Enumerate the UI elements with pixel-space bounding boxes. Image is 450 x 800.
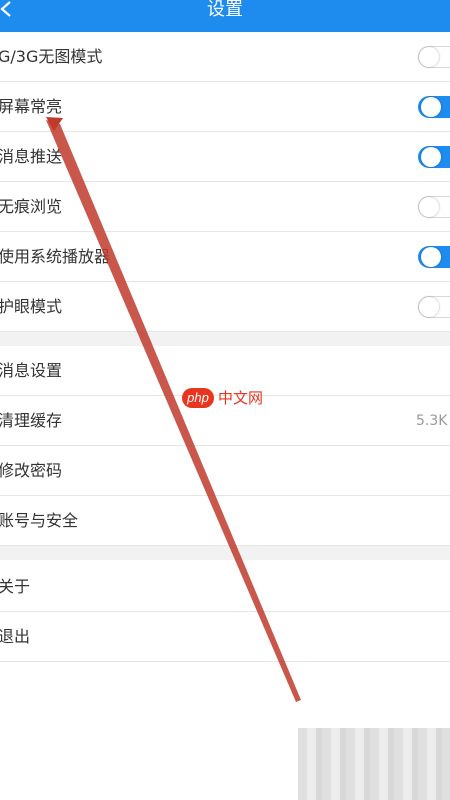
toggle-knob xyxy=(421,247,441,267)
toggle-knob xyxy=(421,147,441,167)
list-item-logout[interactable]: 退出 xyxy=(0,612,450,662)
watermark-text: 中文网 xyxy=(218,389,264,407)
about-list: 关于 退出 xyxy=(0,562,450,662)
toggle-knob xyxy=(419,297,439,317)
setting-label: 无痕浏览 xyxy=(0,197,63,216)
item-label: 账号与安全 xyxy=(0,511,79,530)
setting-row-eye-protection: 护眼模式 xyxy=(0,282,450,332)
list-item-change-password[interactable]: 修改密码 xyxy=(0,446,450,496)
item-label: 清理缓存 xyxy=(0,411,63,430)
toggle-switch-eye-protection[interactable] xyxy=(418,296,450,318)
list-item-about[interactable]: 关于 xyxy=(0,562,450,612)
settings-screen: 设置 G/3G无图模式 屏幕常亮 消息推送 无痕浏览 使用系统播放器 护眼模式 xyxy=(0,0,450,800)
item-label: 退出 xyxy=(0,627,31,646)
toggle-switch-system-player[interactable] xyxy=(418,246,450,268)
toggle-switch-private-browsing[interactable] xyxy=(418,196,450,218)
page-title: 设置 xyxy=(207,0,243,20)
setting-row-push-notifications: 消息推送 xyxy=(0,132,450,182)
item-label: 消息设置 xyxy=(0,361,63,380)
setting-label: G/3G无图模式 xyxy=(0,47,103,66)
setting-row-system-player: 使用系统播放器 xyxy=(0,232,450,282)
toggle-knob xyxy=(419,47,439,67)
toggle-knob xyxy=(421,97,441,117)
toggle-switch-screen-on[interactable] xyxy=(418,96,450,118)
setting-label: 护眼模式 xyxy=(0,297,63,316)
toggle-switch-no-image-mode[interactable] xyxy=(418,46,450,68)
toggle-settings-list: G/3G无图模式 屏幕常亮 消息推送 无痕浏览 使用系统播放器 护眼模式 xyxy=(0,32,450,332)
title-bar: 设置 xyxy=(0,0,450,32)
blurred-region xyxy=(298,728,450,800)
setting-row-no-image-mode: G/3G无图模式 xyxy=(0,32,450,82)
toggle-knob xyxy=(419,197,439,217)
item-label: 修改密码 xyxy=(0,461,63,480)
setting-row-screen-on: 屏幕常亮 xyxy=(0,82,450,132)
section-divider xyxy=(0,546,450,560)
watermark-badge: php xyxy=(182,388,214,408)
setting-label: 屏幕常亮 xyxy=(0,97,63,116)
setting-label: 使用系统播放器 xyxy=(0,247,111,266)
setting-row-private-browsing: 无痕浏览 xyxy=(0,182,450,232)
cache-size-value: 5.3K xyxy=(416,413,448,429)
item-label: 关于 xyxy=(0,577,31,596)
list-item-account-security[interactable]: 账号与安全 xyxy=(0,496,450,546)
account-settings-list: 消息设置 清理缓存 5.3K 修改密码 账号与安全 xyxy=(0,346,450,546)
setting-label: 消息推送 xyxy=(0,147,63,166)
toggle-switch-push-notifications[interactable] xyxy=(418,146,450,168)
section-divider xyxy=(0,332,450,346)
